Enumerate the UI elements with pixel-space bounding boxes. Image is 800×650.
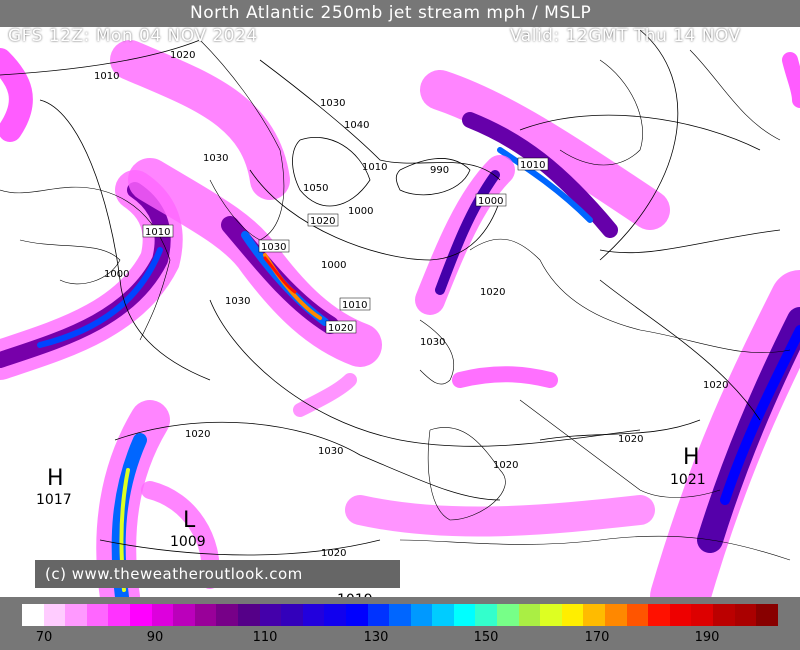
isobar-label: 1000 <box>321 260 346 271</box>
colorbar-swatch <box>626 604 649 626</box>
colorbar-swatch <box>194 604 217 626</box>
weather-map: 1020 1010 1030 1040 1030 1050 1010 990 1… <box>0 0 800 650</box>
colorbar-swatch <box>432 604 454 626</box>
isobar-label: 1000 <box>348 206 373 217</box>
isobar-label: 1020 <box>185 429 210 440</box>
isobar-label: 1010 <box>362 162 387 173</box>
isobar-label: 1030 <box>225 296 250 307</box>
colorbar-swatch <box>302 604 325 626</box>
isobar-label: 1010 <box>520 160 545 171</box>
colorbar-swatch <box>86 604 109 626</box>
isobar-label: 1000 <box>104 269 129 280</box>
isobar-label: 1030 <box>203 153 228 164</box>
isobar-label: 1030 <box>420 337 445 348</box>
colorbar-swatch <box>453 604 476 626</box>
high-value: 1021 <box>670 472 706 488</box>
high-marker: H <box>683 445 700 470</box>
isobar-label: 1050 <box>303 183 328 194</box>
colorbar-swatch <box>475 604 498 626</box>
colorbar-swatch <box>734 604 757 626</box>
model-run: GFS 12Z: Mon 04 NOV 2024 <box>8 26 258 46</box>
colorbar-swatch <box>583 604 606 626</box>
isobar-label: 1020 <box>310 216 335 227</box>
low-value: 1009 <box>170 534 206 550</box>
isobar-label: 1030 <box>261 242 286 253</box>
colorbar-tick: 70 <box>35 630 53 645</box>
colorbar-swatch <box>540 604 562 626</box>
isobar-label: 1010 <box>94 71 119 82</box>
colorbar-tick: 150 <box>473 630 499 645</box>
colorbar-tick: 170 <box>584 630 610 645</box>
isobar-label: 1020 <box>493 460 518 471</box>
colorbar-swatch <box>151 604 174 626</box>
colorbar-swatch <box>43 604 66 626</box>
isobar-label: 1020 <box>703 380 728 391</box>
high-value: 1017 <box>36 492 72 508</box>
colorbar-swatch <box>237 604 260 626</box>
colorbar-swatch <box>324 604 346 626</box>
map-title: North Atlantic 250mb jet stream mph / MS… <box>190 3 592 23</box>
isobar-label: 1010 <box>145 227 170 238</box>
colorbar-swatch <box>410 604 433 626</box>
colorbar-swatch <box>669 604 692 626</box>
colorbar-swatch <box>367 604 390 626</box>
colorbar-swatch <box>756 604 778 626</box>
isobar-label: 1020 <box>170 50 195 61</box>
colorbar-swatch <box>281 604 303 626</box>
high-marker: H <box>47 466 64 491</box>
colorbar-swatch <box>108 604 130 626</box>
isobar-label: 1030 <box>320 98 345 109</box>
low-marker: L <box>183 508 196 533</box>
colorbar-tick: 130 <box>363 630 389 645</box>
watermark: (c) www.theweatheroutlook.com <box>35 560 400 588</box>
isobar-label: 1030 <box>318 446 343 457</box>
colorbar-swatch <box>216 604 238 626</box>
isobar-label: 1020 <box>328 323 353 334</box>
colorbar-swatch <box>259 604 282 626</box>
colorbar-swatch <box>22 604 44 626</box>
colorbar-swatch <box>173 604 195 626</box>
isobar-label: 1020 <box>321 548 346 559</box>
colorbar-swatch <box>518 604 541 626</box>
valid-time: Valid: 12GMT Thu 14 NOV <box>510 26 741 46</box>
colorbar-swatch <box>691 604 713 626</box>
isobar-label: 1040 <box>344 120 369 131</box>
colorbar <box>22 604 778 626</box>
isobar-label: 990 <box>430 165 449 176</box>
colorbar-swatch <box>713 604 735 626</box>
colorbar-swatch <box>389 604 411 626</box>
colorbar-swatch <box>345 604 368 626</box>
colorbar-tick: 90 <box>146 630 164 645</box>
isobar-label: 1020 <box>480 287 505 298</box>
colorbar-swatch <box>497 604 519 626</box>
colorbar-swatch <box>561 604 584 626</box>
isobar-label: 1020 <box>618 434 643 445</box>
colorbar-swatch <box>129 604 152 626</box>
colorbar-tick: 110 <box>252 630 278 645</box>
colorbar-tick: 190 <box>694 630 720 645</box>
colorbar-swatch <box>605 604 627 626</box>
isobar-label: 1000 <box>478 196 503 207</box>
isobar-label: 1010 <box>342 300 367 311</box>
colorbar-swatch <box>648 604 670 626</box>
colorbar-swatch <box>65 604 87 626</box>
